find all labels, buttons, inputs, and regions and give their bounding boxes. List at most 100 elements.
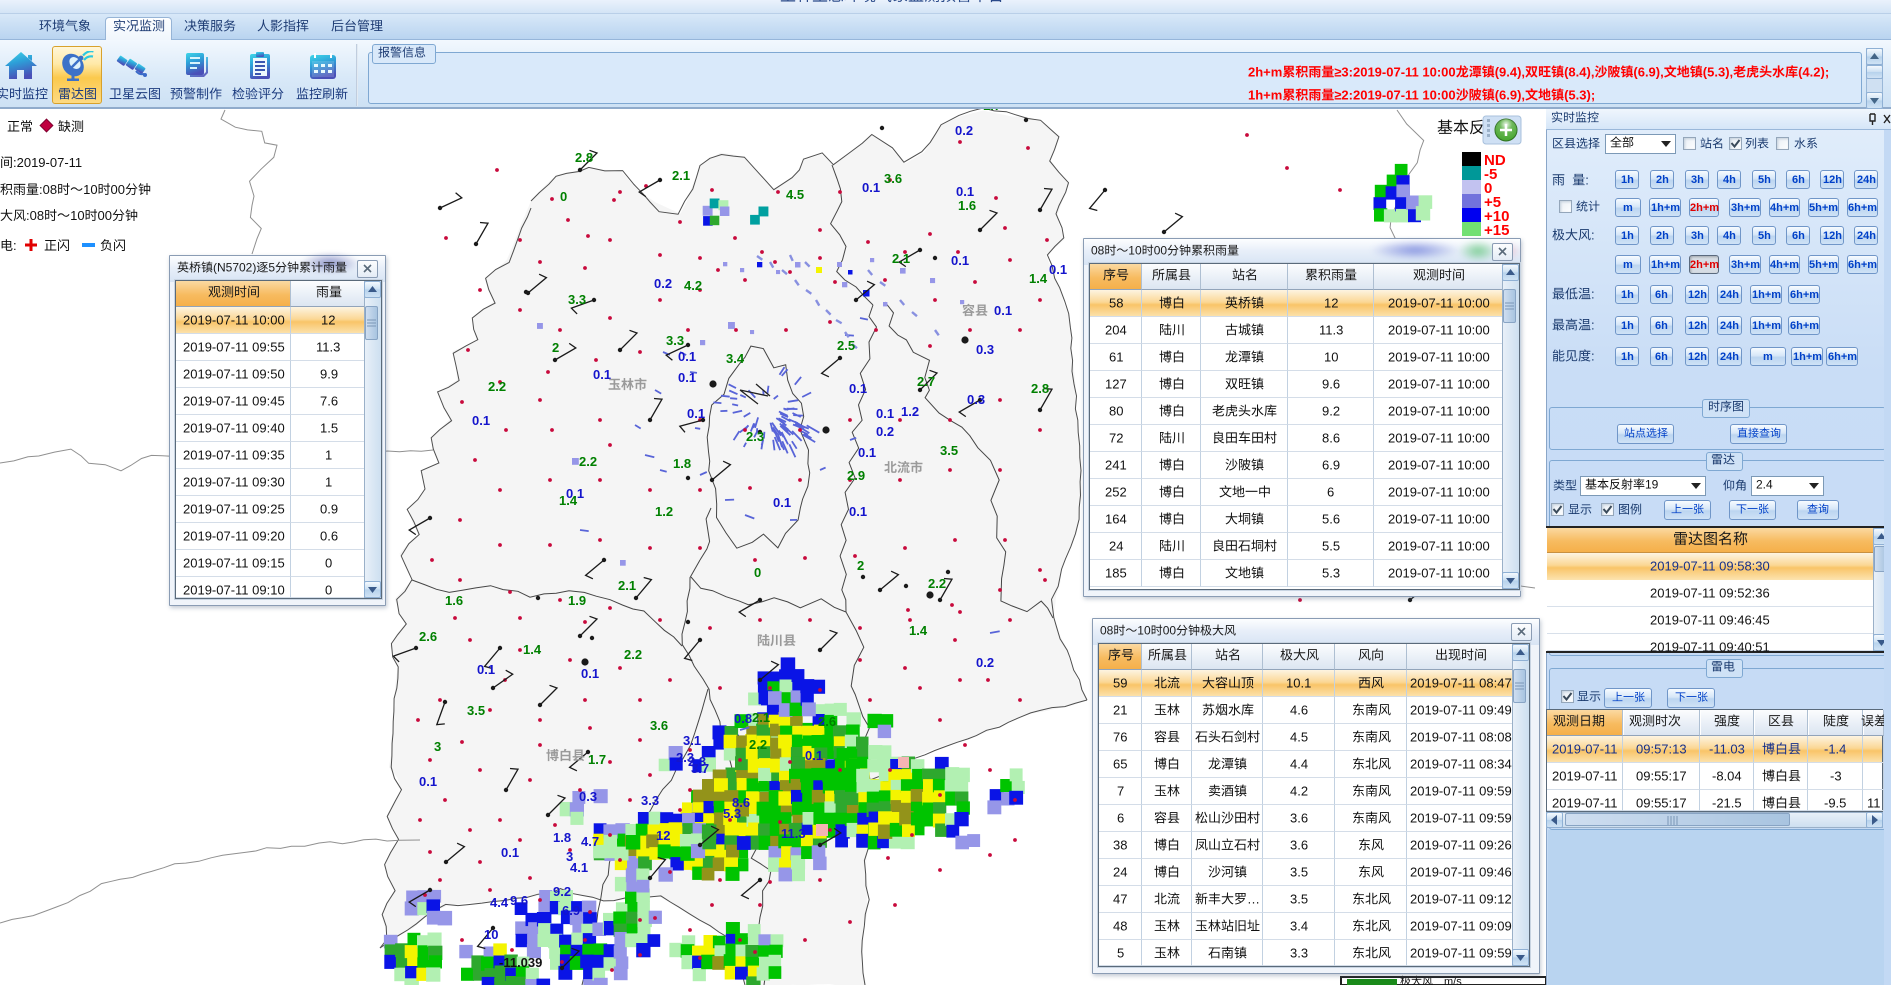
svg-text:2.8: 2.8 [575,150,593,165]
svg-text:10: 10 [1324,349,1338,364]
svg-text:5.5: 5.5 [1322,538,1340,553]
svg-text::: : [1591,227,1595,242]
svg-text:21: 21 [1113,702,1127,717]
svg-text:5h: 5h [1758,230,1771,242]
svg-text:0.1: 0.1 [773,495,791,510]
svg-text:3.6: 3.6 [884,171,902,186]
svg-text:0.2: 0.2 [976,655,994,670]
svg-text::: : [1591,286,1595,301]
svg-text:3.3: 3.3 [568,292,586,307]
svg-text:1h: 1h [1621,351,1634,363]
svg-text:2019-07-11 09:59: 2019-07-11 09:59 [1410,810,1512,825]
svg-text:2019-07-11 09:46:45: 2019-07-11 09:46:45 [1650,612,1770,627]
svg-text:0.1: 0.1 [805,748,823,763]
svg-text:59: 59 [1113,675,1127,690]
svg-text:2019-07-11 10:00: 2019-07-11 10:00 [1388,565,1490,580]
svg-text:2.6: 2.6 [818,714,836,729]
svg-text:2019-07-11 10:00: 2019-07-11 10:00 [1388,511,1490,526]
svg-text:2.5: 2.5 [837,338,855,353]
svg-text:3.5: 3.5 [940,443,958,458]
svg-text:0.6: 0.6 [320,528,338,543]
svg-text:6h+m: 6h+m [1848,259,1877,271]
svg-text:2019-07-11 10:00: 2019-07-11 10:00 [1388,376,1490,391]
svg-text:2019-07-11 08:47: 2019-07-11 08:47 [1410,675,1512,690]
svg-text:2019-07-11 08:08: 2019-07-11 08:08 [1410,729,1512,744]
svg-text:6: 6 [1117,810,1124,825]
svg-text:2.4: 2.4 [1756,478,1773,492]
svg-text:2.1: 2.1 [752,710,770,725]
svg-text:11.3: 11.3 [316,339,340,354]
svg-text:2019-07-11 09:49: 2019-07-11 09:49 [1410,702,1512,717]
svg-text:0.1: 0.1 [678,349,696,364]
svg-text:0: 0 [325,555,332,570]
svg-text:0.2: 0.2 [876,424,894,439]
svg-text::: : [1585,172,1589,187]
svg-text:3.4: 3.4 [726,351,745,366]
svg-text:2019-07-11 09:20: 2019-07-11 09:20 [183,528,285,543]
svg-text:3.6: 3.6 [1290,837,1308,852]
svg-text:2019-07-11 09:40:51: 2019-07-11 09:40:51 [1650,639,1770,654]
svg-text:1.6: 1.6 [958,198,976,213]
svg-text:3h+m: 3h+m [1731,259,1760,271]
svg-text:6h: 6h [1655,351,1668,363]
svg-text:3h: 3h [1691,174,1704,186]
svg-text:12h: 12h [1823,230,1842,242]
svg-text:65: 65 [1113,756,1127,771]
svg-text:0.1: 0.1 [849,381,867,396]
svg-text:(9.4),: (9.4), [1495,64,1525,79]
svg-text:11.3: 11.3 [1319,322,1343,337]
svg-text:2h+m: 2h+m [1248,64,1282,79]
svg-text:2019-07-11 09:55: 2019-07-11 09:55 [183,339,285,354]
svg-text:1h: 1h [1621,289,1634,301]
svg-text:3.5: 3.5 [1290,891,1308,906]
svg-text:61: 61 [1109,349,1123,364]
svg-text:1h: 1h [1621,320,1634,332]
svg-text:3.3: 3.3 [666,333,684,348]
svg-text:4h: 4h [1723,174,1736,186]
svg-text:2019-07-11 10:00: 2019-07-11 10:00 [1388,538,1490,553]
svg-text:2019-07-11 10:00: 2019-07-11 10:00 [1388,295,1490,310]
svg-text:6h+m: 6h+m [1828,351,1857,363]
svg-text:12h: 12h [1688,320,1707,332]
svg-text:0.1: 0.1 [678,370,696,385]
svg-text:164: 164 [1105,511,1127,526]
svg-text:2.2: 2.2 [749,737,767,752]
svg-text:5.6: 5.6 [1322,511,1340,526]
svg-text:6h: 6h [1792,230,1805,242]
svg-text:0.3: 0.3 [976,342,994,357]
svg-text:10: 10 [83,182,97,197]
svg-text:24h: 24h [1720,289,1739,301]
svg-text:(5.3),: (5.3), [1703,64,1733,79]
svg-text:2019-07-11 09:25: 2019-07-11 09:25 [183,501,285,516]
svg-text:0.1: 0.1 [419,774,437,789]
svg-text::: : [1591,348,1595,363]
svg-text:0.1: 0.1 [862,180,880,195]
svg-text:2.6: 2.6 [419,629,437,644]
svg-text:08: 08 [1100,624,1114,638]
svg-text:0.1: 0.1 [994,303,1012,318]
svg-text:1.7: 1.7 [588,752,606,767]
svg-text:2019-07-11 09:50: 2019-07-11 09:50 [183,366,285,381]
svg-text:2019-07-11 09:59: 2019-07-11 09:59 [1410,783,1512,798]
svg-text:5h+m: 5h+m [1809,202,1838,214]
svg-text:-11.039: -11.039 [499,955,542,970]
svg-text:2h+m: 2h+m [1690,202,1719,214]
svg-text:58: 58 [1109,295,1123,310]
svg-text:4.7: 4.7 [581,834,599,849]
svg-text:24h: 24h [1857,174,1876,186]
svg-text:10: 10 [1137,624,1151,638]
svg-text:3.5: 3.5 [467,703,485,718]
svg-text:0.2: 0.2 [654,276,672,291]
svg-text:6: 6 [1327,484,1334,499]
svg-text:2.1: 2.1 [892,251,910,266]
svg-text:185: 185 [1105,565,1127,580]
svg-text:0.1: 0.1 [1049,262,1067,277]
svg-text:2.2: 2.2 [579,454,597,469]
svg-text:-9.5: -9.5 [1824,795,1846,810]
svg-text:0.1: 0.1 [858,445,876,460]
svg-text:2019-07-11 10:00: 2019-07-11 10:00 [183,312,285,327]
svg-text:1h+m: 1h+m [1752,320,1781,332]
svg-text:00: 00 [98,208,112,223]
svg-text:2.2: 2.2 [488,379,506,394]
svg-text:24h: 24h [1857,230,1876,242]
